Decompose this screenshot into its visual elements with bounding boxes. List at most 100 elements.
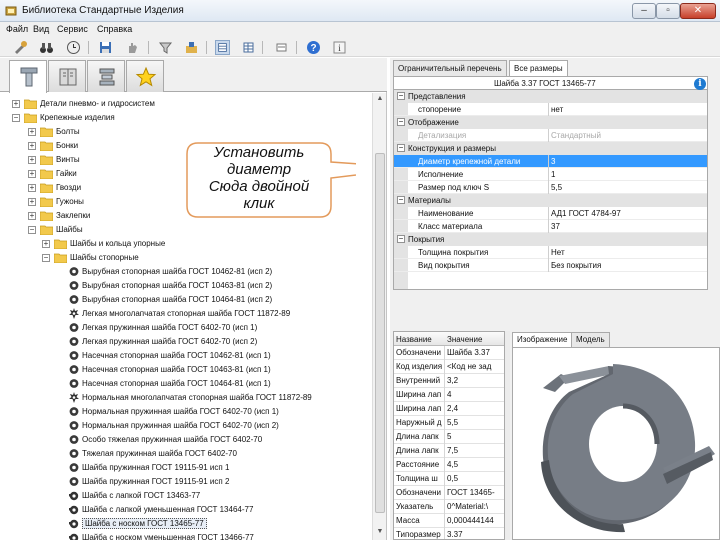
- tree-item[interactable]: Нормальная многолапчатая стопорная шайба…: [0, 391, 372, 405]
- property-value[interactable]: 1: [551, 170, 555, 179]
- property-value[interactable]: АД1 ГОСТ 4784-97: [551, 209, 621, 218]
- expand-icon[interactable]: +: [28, 128, 36, 136]
- menu-help[interactable]: Справка: [97, 24, 132, 34]
- expand-icon[interactable]: +: [28, 198, 36, 206]
- tab-image[interactable]: Изображение: [512, 332, 573, 348]
- tree-item[interactable]: Нормальная пружинная шайба ГОСТ 6402-70 …: [0, 419, 372, 433]
- collapse-icon[interactable]: −: [397, 92, 405, 100]
- save-icon[interactable]: [98, 40, 113, 55]
- tree-folder[interactable]: − Шайбы стопорные: [0, 251, 372, 265]
- tab-favorites[interactable]: [126, 60, 164, 92]
- property-value[interactable]: 3: [551, 157, 555, 166]
- tree-item[interactable]: Шайба с лапкой ГОСТ 13463-77: [0, 489, 372, 503]
- table-row[interactable]: Ширина лап 2,4: [394, 402, 504, 416]
- menu-service[interactable]: Сервис: [57, 24, 88, 34]
- tree-item[interactable]: Шайба с носком ГОСТ 13465-77: [0, 517, 372, 531]
- property-row[interactable]: Детализация Стандартный: [394, 129, 707, 142]
- edit-icon[interactable]: [184, 40, 199, 55]
- property-category[interactable]: − Материалы: [394, 194, 707, 207]
- property-row[interactable]: Размер под ключ S 5,5: [394, 181, 707, 194]
- tree-item[interactable]: Шайба пружинная ГОСТ 19115-91 исп 1: [0, 461, 372, 475]
- list-view-icon[interactable]: [274, 40, 289, 55]
- property-value[interactable]: 5,5: [551, 183, 562, 192]
- table-row[interactable]: Типоразмер 3.37: [394, 528, 504, 539]
- menu-view[interactable]: Вид: [33, 24, 49, 34]
- property-value[interactable]: нет: [551, 105, 563, 114]
- tree-item[interactable]: Легкая многолапчатая стопорная шайба ГОС…: [0, 307, 372, 321]
- tree-folder[interactable]: − Крепежные изделия: [0, 111, 372, 125]
- close-button[interactable]: ✕: [680, 3, 716, 19]
- table-row[interactable]: Наружный д 5,5: [394, 416, 504, 430]
- filter-icon[interactable]: [158, 40, 173, 55]
- property-row[interactable]: Толщина покрытия Нет: [394, 246, 707, 259]
- tree-folder[interactable]: + Шайбы и кольца упорные: [0, 237, 372, 251]
- tree-item[interactable]: Нормальная пружинная шайба ГОСТ 6402-70 …: [0, 405, 372, 419]
- scroll-up-arrow[interactable]: ▲: [375, 95, 385, 105]
- property-value[interactable]: 37: [551, 222, 560, 231]
- grid-view-icon[interactable]: [215, 40, 230, 55]
- tree-item[interactable]: Насечная стопорная шайба ГОСТ 10464-81 (…: [0, 377, 372, 391]
- info-icon[interactable]: i: [332, 40, 347, 55]
- tab-all-sizes[interactable]: Все размеры: [509, 60, 568, 77]
- tree-folder[interactable]: − Шайбы: [0, 223, 372, 237]
- property-value[interactable]: Стандартный: [551, 131, 601, 140]
- table-row[interactable]: Обозначени Шайба 3.37: [394, 346, 504, 360]
- tab-book[interactable]: [48, 60, 86, 92]
- table-row[interactable]: Расстояние 4,5: [394, 458, 504, 472]
- expand-icon[interactable]: +: [12, 100, 20, 108]
- tree-item[interactable]: Легкая пружинная шайба ГОСТ 6402-70 (исп…: [0, 321, 372, 335]
- tree-item[interactable]: Тяжелая пружинная шайба ГОСТ 6402-70: [0, 447, 372, 461]
- property-value[interactable]: Нет: [551, 248, 565, 257]
- collapse-icon[interactable]: −: [12, 114, 20, 122]
- expand-icon[interactable]: +: [28, 184, 36, 192]
- property-category[interactable]: − Покрытия: [394, 233, 707, 246]
- tree-item[interactable]: Шайба пружинная ГОСТ 19115-91 исп 2: [0, 475, 372, 489]
- table-row[interactable]: Указатель 0^Material:\: [394, 500, 504, 514]
- table-row[interactable]: Обозначени ГОСТ 13465-: [394, 486, 504, 500]
- table-row[interactable]: Внутренний 3,2: [394, 374, 504, 388]
- tree-item[interactable]: Шайба с носком уменьшенная ГОСТ 13466-77: [0, 531, 372, 540]
- tree-folder[interactable]: + Болты: [0, 125, 372, 139]
- tree-item[interactable]: Шайба с лапкой уменьшенная ГОСТ 13464-77: [0, 503, 372, 517]
- info-icon[interactable]: i: [694, 78, 706, 90]
- property-row[interactable]: стопорение нет: [394, 103, 707, 116]
- menu-file[interactable]: Файл: [6, 24, 28, 34]
- table-row[interactable]: Код изделия <Код не зад: [394, 360, 504, 374]
- tree-folder[interactable]: + Детали пневмо- и гидросистем: [0, 97, 372, 111]
- property-row[interactable]: Диаметр крепежной детали 3: [394, 155, 707, 168]
- collapse-icon[interactable]: −: [42, 254, 50, 262]
- hand-icon[interactable]: [125, 40, 140, 55]
- tree-item[interactable]: Особо тяжелая пружинная шайба ГОСТ 6402-…: [0, 433, 372, 447]
- collapse-icon[interactable]: −: [397, 235, 405, 243]
- tree-item[interactable]: Насечная стопорная шайба ГОСТ 10463-81 (…: [0, 363, 372, 377]
- tree-item[interactable]: Насечная стопорная шайба ГОСТ 10462-81 (…: [0, 349, 372, 363]
- table-view-icon[interactable]: [241, 40, 256, 55]
- help-icon[interactable]: ?: [306, 40, 321, 55]
- property-category[interactable]: − Отображение: [394, 116, 707, 129]
- collapse-icon[interactable]: −: [397, 144, 405, 152]
- tree-scrollbar[interactable]: ▲ ▼: [372, 93, 386, 540]
- table-row[interactable]: Длина лапк 5: [394, 430, 504, 444]
- property-row[interactable]: Исполнение 1: [394, 168, 707, 181]
- collapse-icon[interactable]: −: [397, 196, 405, 204]
- expand-icon[interactable]: +: [28, 170, 36, 178]
- scroll-thumb[interactable]: [375, 153, 385, 513]
- tree-item[interactable]: Легкая пружинная шайба ГОСТ 6402-70 (исп…: [0, 335, 372, 349]
- expand-icon[interactable]: +: [42, 240, 50, 248]
- tree-item[interactable]: Вырубная стопорная шайба ГОСТ 10464-81 (…: [0, 293, 372, 307]
- clock-icon[interactable]: [66, 40, 81, 55]
- tab-restriction-list[interactable]: Ограничительный перечень: [393, 60, 507, 76]
- column-name[interactable]: Название: [396, 335, 432, 344]
- property-row[interactable]: Наименование АД1 ГОСТ 4784-97: [394, 207, 707, 220]
- property-value[interactable]: Без покрытия: [551, 261, 601, 270]
- tree-item[interactable]: Вырубная стопорная шайба ГОСТ 10463-81 (…: [0, 279, 372, 293]
- column-value[interactable]: Значение: [447, 335, 482, 344]
- tree-item[interactable]: Вырубная стопорная шайба ГОСТ 10462-81 (…: [0, 265, 372, 279]
- binoculars-icon[interactable]: [39, 40, 54, 55]
- tab-model[interactable]: Модель: [571, 332, 610, 347]
- table-row[interactable]: Ширина лап 4: [394, 388, 504, 402]
- table-row[interactable]: Толщина ш 0,5: [394, 472, 504, 486]
- scroll-down-arrow[interactable]: ▼: [375, 528, 385, 538]
- table-row[interactable]: Длина лапк 7,5: [394, 444, 504, 458]
- collapse-icon[interactable]: −: [397, 118, 405, 126]
